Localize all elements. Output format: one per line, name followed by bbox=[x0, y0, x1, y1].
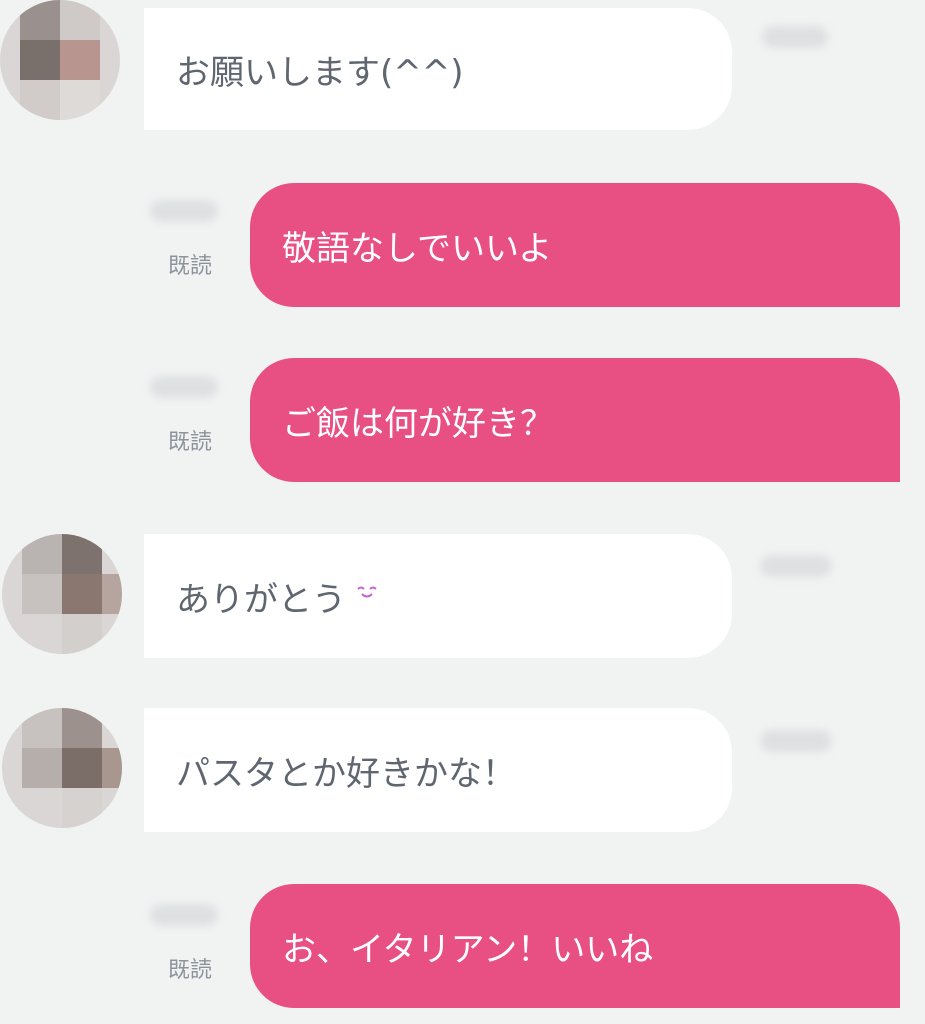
timestamp-redacted bbox=[760, 730, 832, 752]
message-bubble-outgoing[interactable]: お、イタリアン！いいね bbox=[250, 884, 900, 1008]
message-bubble-incoming[interactable]: お願いします(^^) bbox=[144, 8, 732, 130]
timestamp-redacted bbox=[150, 376, 218, 398]
read-receipt: 既読 bbox=[168, 958, 213, 983]
message-text: ご飯は何が好き？ bbox=[282, 403, 554, 444]
message-bubble-incoming[interactable]: パスタとか好きかな！ bbox=[144, 708, 732, 832]
timestamp-redacted bbox=[762, 26, 828, 48]
timestamp-redacted bbox=[760, 555, 832, 577]
message-text: ありがとう bbox=[176, 579, 346, 620]
message-text: お願いします(^^) bbox=[176, 52, 464, 93]
timestamp-redacted bbox=[150, 904, 218, 926]
avatar[interactable] bbox=[2, 708, 122, 828]
timestamp-redacted bbox=[150, 200, 218, 222]
chat-thread: お願いします(^^) 既読 敬語なしでいいよ 既読 ご飯は何が好き？ ありがとう bbox=[0, 0, 925, 1024]
read-receipt: 既読 bbox=[168, 254, 213, 279]
avatar[interactable] bbox=[2, 534, 122, 654]
message-text: 敬語なしでいいよ bbox=[282, 228, 553, 269]
smile-emoji-icon bbox=[356, 580, 380, 604]
message-text: パスタとか好きかな！ bbox=[176, 753, 516, 794]
message-bubble-incoming[interactable]: ありがとう bbox=[144, 534, 732, 658]
avatar[interactable] bbox=[0, 0, 120, 120]
message-text: お、イタリアン！いいね bbox=[282, 929, 654, 970]
message-bubble-outgoing[interactable]: 敬語なしでいいよ bbox=[250, 183, 900, 307]
read-receipt: 既読 bbox=[168, 430, 213, 455]
message-bubble-outgoing[interactable]: ご飯は何が好き？ bbox=[250, 358, 900, 482]
